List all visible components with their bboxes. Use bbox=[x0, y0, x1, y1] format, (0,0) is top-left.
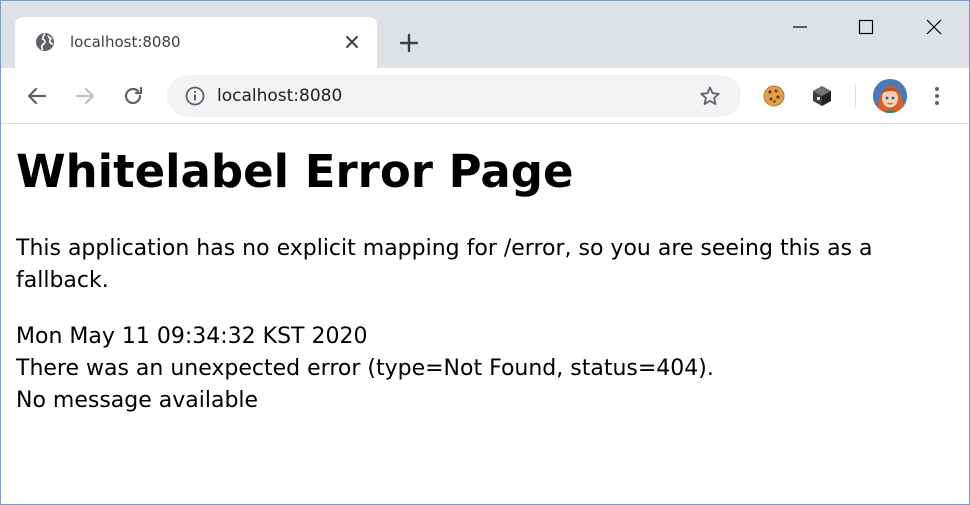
globe-icon bbox=[35, 32, 55, 52]
tab-title: localhost:8080 bbox=[70, 33, 181, 51]
tab-localhost[interactable]: localhost:8080 bbox=[15, 17, 377, 68]
minimize-button[interactable] bbox=[777, 11, 823, 43]
star-icon[interactable] bbox=[699, 85, 721, 107]
address-bar[interactable]: localhost:8080 bbox=[167, 75, 741, 117]
cube-icon bbox=[813, 86, 831, 106]
error-status-line: There was an unexpected error (type=Not … bbox=[16, 356, 714, 381]
minimize-icon bbox=[793, 26, 807, 28]
toolbar-divider bbox=[855, 85, 856, 107]
page-title: Whitelabel Error Page bbox=[16, 145, 574, 198]
toolbar: localhost:8080 bbox=[1, 68, 969, 124]
browser-window: localhost:8080 localhost:8080 Whitelabel… bbox=[0, 0, 970, 505]
new-tab-button[interactable] bbox=[395, 29, 423, 57]
window-close-button[interactable] bbox=[911, 11, 957, 43]
info-icon[interactable] bbox=[185, 86, 205, 106]
close-icon[interactable] bbox=[341, 31, 363, 53]
error-message: No message available bbox=[16, 388, 259, 413]
browser-menu-button[interactable] bbox=[925, 82, 949, 110]
avatar[interactable] bbox=[873, 79, 907, 113]
more-vert-icon bbox=[935, 87, 939, 105]
cube-extension-button[interactable] bbox=[808, 82, 836, 110]
close-icon bbox=[926, 19, 942, 35]
reload-icon bbox=[124, 86, 143, 105]
tab-strip: localhost:8080 bbox=[1, 1, 969, 68]
arrow-left-icon bbox=[27, 87, 47, 105]
error-timestamp: Mon May 11 09:34:32 KST 2020 bbox=[16, 324, 368, 349]
plus-icon bbox=[399, 33, 419, 53]
cookie-extension-button[interactable] bbox=[760, 82, 788, 110]
forward-button[interactable] bbox=[69, 80, 101, 112]
arrow-right-icon bbox=[75, 87, 95, 105]
error-details: Mon May 11 09:34:32 KST 2020 There was a… bbox=[16, 321, 916, 417]
address-url[interactable]: localhost:8080 bbox=[217, 85, 342, 107]
maximize-button[interactable] bbox=[843, 11, 889, 43]
back-button[interactable] bbox=[21, 80, 53, 112]
maximize-icon bbox=[858, 19, 874, 35]
reload-button[interactable] bbox=[117, 80, 149, 112]
page-content: Whitelabel Error Page This application h… bbox=[1, 125, 969, 504]
cookie-icon bbox=[763, 85, 785, 107]
error-description: This application has no explicit mapping… bbox=[16, 236, 873, 293]
